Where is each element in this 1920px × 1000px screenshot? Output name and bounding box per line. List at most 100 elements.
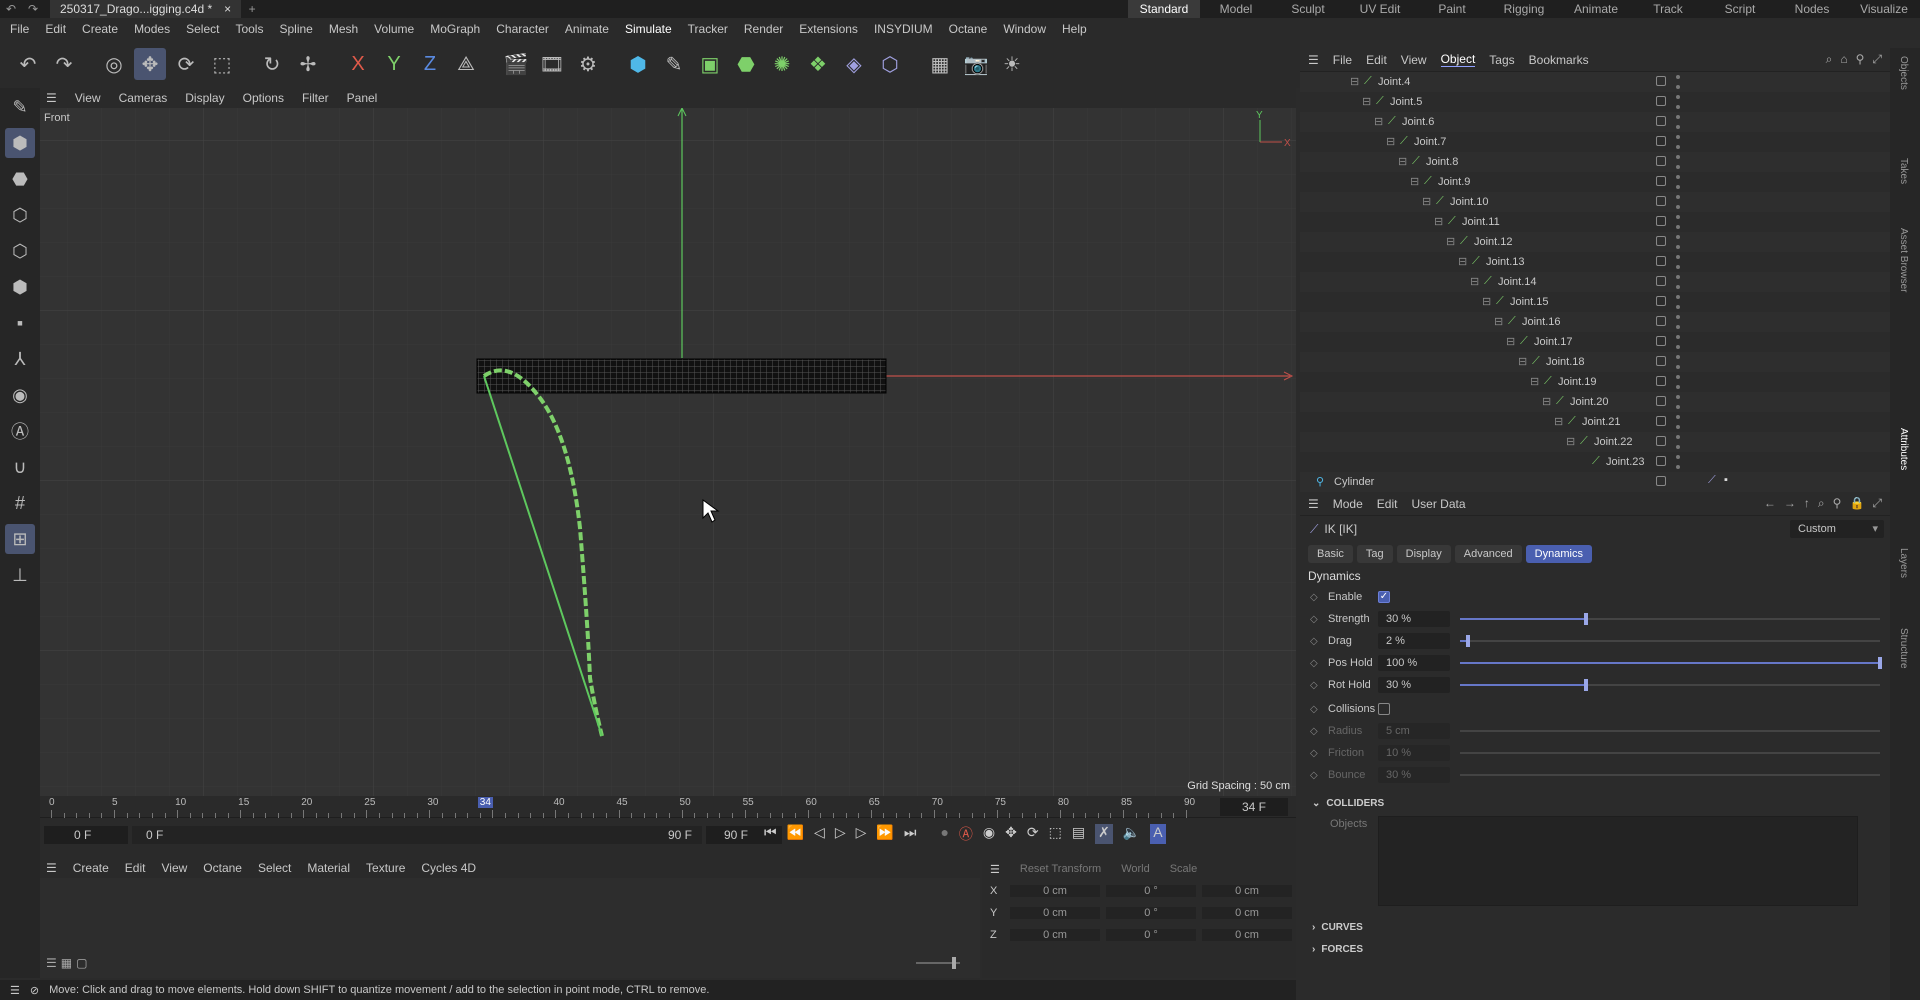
object-row-joint[interactable]: ⊟ ⟋ Joint.9 xyxy=(1300,172,1890,192)
add-tab-icon[interactable]: + xyxy=(241,2,263,16)
uv-mode-icon[interactable]: ▪ xyxy=(5,308,35,338)
close-icon[interactable]: × xyxy=(224,2,231,16)
layout-tab-track[interactable]: Track xyxy=(1632,0,1704,18)
coord-rotation-field[interactable]: 0 ° xyxy=(1106,885,1196,897)
keyframe-diamond-icon[interactable]: ◇ xyxy=(1310,748,1318,759)
previous-key-icon[interactable]: ⏪ xyxy=(787,824,804,844)
tab-tag[interactable]: Tag xyxy=(1356,545,1393,563)
viewport-menu-view[interactable]: View xyxy=(75,91,101,105)
menu-simulate[interactable]: Simulate xyxy=(625,22,672,36)
key-position-icon[interactable]: ✥ xyxy=(1005,824,1017,844)
menu-tracker[interactable]: Tracker xyxy=(688,22,728,36)
material-menu-texture[interactable]: Texture xyxy=(366,861,405,875)
param-slider[interactable] xyxy=(1460,613,1880,625)
start-frame-field[interactable]: 0 F xyxy=(44,826,128,844)
attr-menu-mode[interactable]: Mode xyxy=(1333,497,1363,511)
collisions-checkbox[interactable] xyxy=(1378,703,1390,715)
expand-icon[interactable]: ⤢ xyxy=(1872,52,1882,67)
coord-position-field[interactable]: 0 cm xyxy=(1010,907,1100,919)
visibility-dots[interactable] xyxy=(1676,195,1680,209)
visibility-toggle[interactable] xyxy=(1656,96,1666,106)
visibility-dots[interactable] xyxy=(1676,375,1680,389)
object-row-joint[interactable]: ⊟ ⟋ Joint.17 xyxy=(1300,332,1890,352)
collapse-icon[interactable]: ⊟ xyxy=(1506,335,1515,348)
extrude-icon[interactable]: ⬣ xyxy=(730,48,762,80)
object-row-joint[interactable]: ⊟ ⟋ Joint.8 xyxy=(1300,152,1890,172)
tab-dynamics[interactable]: Dynamics xyxy=(1525,545,1592,563)
visibility-dots[interactable] xyxy=(1676,395,1680,409)
keyframe-diamond-icon[interactable]: ◇ xyxy=(1310,726,1318,737)
material-menu-cycles-4d[interactable]: Cycles 4D xyxy=(421,861,476,875)
play-icon[interactable]: ▷ xyxy=(835,824,846,844)
autokey-icon[interactable]: Ⓐ xyxy=(959,824,973,844)
collapse-icon[interactable]: ⊟ xyxy=(1494,315,1503,328)
sidebar-tab-attributes[interactable]: Attributes xyxy=(1898,428,1909,470)
point-mode-icon[interactable]: ⬡ xyxy=(5,200,35,230)
layout-tab-sculpt[interactable]: Sculpt xyxy=(1272,0,1344,18)
coord-scale-field[interactable]: 0 cm xyxy=(1202,907,1292,919)
colliders-section[interactable]: ⌄ COLLIDERS xyxy=(1300,792,1890,814)
keyframe-diamond-icon[interactable]: ◇ xyxy=(1310,770,1318,781)
object-row-joint[interactable]: ⊟ ⟋ Joint.20 xyxy=(1300,392,1890,412)
search-icon[interactable]: ⌕ xyxy=(1826,52,1833,67)
floor-icon[interactable]: ▦ xyxy=(924,48,956,80)
visibility-toggle[interactable] xyxy=(1656,436,1666,446)
keyframe-icon[interactable]: ◉ xyxy=(983,824,995,844)
param-value-field[interactable]: 30 % xyxy=(1378,677,1450,693)
visibility-dots[interactable] xyxy=(1676,435,1680,449)
attr-filter-icon[interactable]: ⚲ xyxy=(1833,496,1842,511)
list-view-icon[interactable]: ☰ xyxy=(46,956,57,970)
collapse-icon[interactable]: ⊟ xyxy=(1410,175,1419,188)
menu-mograph[interactable]: MoGraph xyxy=(430,22,480,36)
visibility-toggle[interactable] xyxy=(1656,256,1666,266)
keyframe-diamond-icon[interactable]: ◇ xyxy=(1310,658,1318,669)
object-row-joint[interactable]: ⊟ ⟋ Joint.18 xyxy=(1300,352,1890,372)
grid-view-icon[interactable]: ▦ xyxy=(61,956,72,970)
menu-character[interactable]: Character xyxy=(496,22,549,36)
visibility-toggle[interactable] xyxy=(1656,416,1666,426)
render-view-icon[interactable]: 🎬 xyxy=(500,48,532,80)
object-menu-view[interactable]: View xyxy=(1401,53,1427,67)
menu-extensions[interactable]: Extensions xyxy=(799,22,858,36)
visibility-dots[interactable] xyxy=(1676,155,1680,169)
collapse-icon[interactable]: ⊟ xyxy=(1398,155,1407,168)
visibility-toggle[interactable] xyxy=(1656,456,1666,466)
cloner-icon[interactable]: ✺ xyxy=(766,48,798,80)
visibility-dots[interactable] xyxy=(1676,215,1680,229)
visibility-toggle[interactable] xyxy=(1656,356,1666,366)
coord-rotation-field[interactable]: 0 ° xyxy=(1106,907,1196,919)
camera-icon[interactable]: 📷 xyxy=(960,48,992,80)
render-picture-viewer-icon[interactable]: 🎞 xyxy=(536,48,568,80)
tag-icon[interactable]: ▪ xyxy=(1724,474,1728,486)
object-row-joint[interactable]: ⊟ ⟋ Joint.6 xyxy=(1300,112,1890,132)
viewport-hamburger-icon[interactable]: ☰ xyxy=(46,91,57,105)
object-row-joint[interactable]: ⟋ Joint.23 xyxy=(1300,452,1890,472)
sidebar-tab-layers[interactable]: Layers xyxy=(1898,548,1909,578)
up-arrow-icon[interactable]: ↑ xyxy=(1804,496,1810,511)
param-slider-knob[interactable] xyxy=(1466,635,1471,647)
collapse-icon[interactable]: ⊟ xyxy=(1566,435,1575,448)
attr-search-icon[interactable]: ⌕ xyxy=(1818,496,1825,511)
collapse-icon[interactable]: ⊟ xyxy=(1542,395,1551,408)
param-slider[interactable] xyxy=(1460,635,1880,647)
object-row-joint[interactable]: ⊟ ⟋ Joint.19 xyxy=(1300,372,1890,392)
visibility-toggle[interactable] xyxy=(1656,396,1666,406)
mograph-icon[interactable]: ❖ xyxy=(802,48,834,80)
solo-icon[interactable]: ◉ xyxy=(5,380,35,410)
visibility-dots[interactable] xyxy=(1676,255,1680,269)
reset-transform-button[interactable]: Reset Transform xyxy=(1020,863,1101,875)
object-row-joint[interactable]: ⊟ ⟋ Joint.14 xyxy=(1300,272,1890,292)
keyframe-diamond-icon[interactable]: ◇ xyxy=(1310,680,1318,691)
visibility-toggle[interactable] xyxy=(1656,336,1666,346)
viewport-canvas[interactable]: Y X xyxy=(40,108,1296,796)
zoom-slider[interactable] xyxy=(916,957,960,969)
object-row-joint[interactable]: ⊟ ⟋ Joint.21 xyxy=(1300,412,1890,432)
object-row-joint[interactable]: ⊟ ⟋ Joint.5 xyxy=(1300,92,1890,112)
collapse-icon[interactable]: ⊟ xyxy=(1374,115,1383,128)
param-slider-knob[interactable] xyxy=(1878,657,1882,669)
large-view-icon[interactable]: ▢ xyxy=(76,956,87,970)
record-icon[interactable]: ● xyxy=(940,824,948,844)
visibility-dots[interactable] xyxy=(1676,415,1680,429)
material-menu-edit[interactable]: Edit xyxy=(125,861,146,875)
collapse-icon[interactable]: ⊟ xyxy=(1458,255,1467,268)
